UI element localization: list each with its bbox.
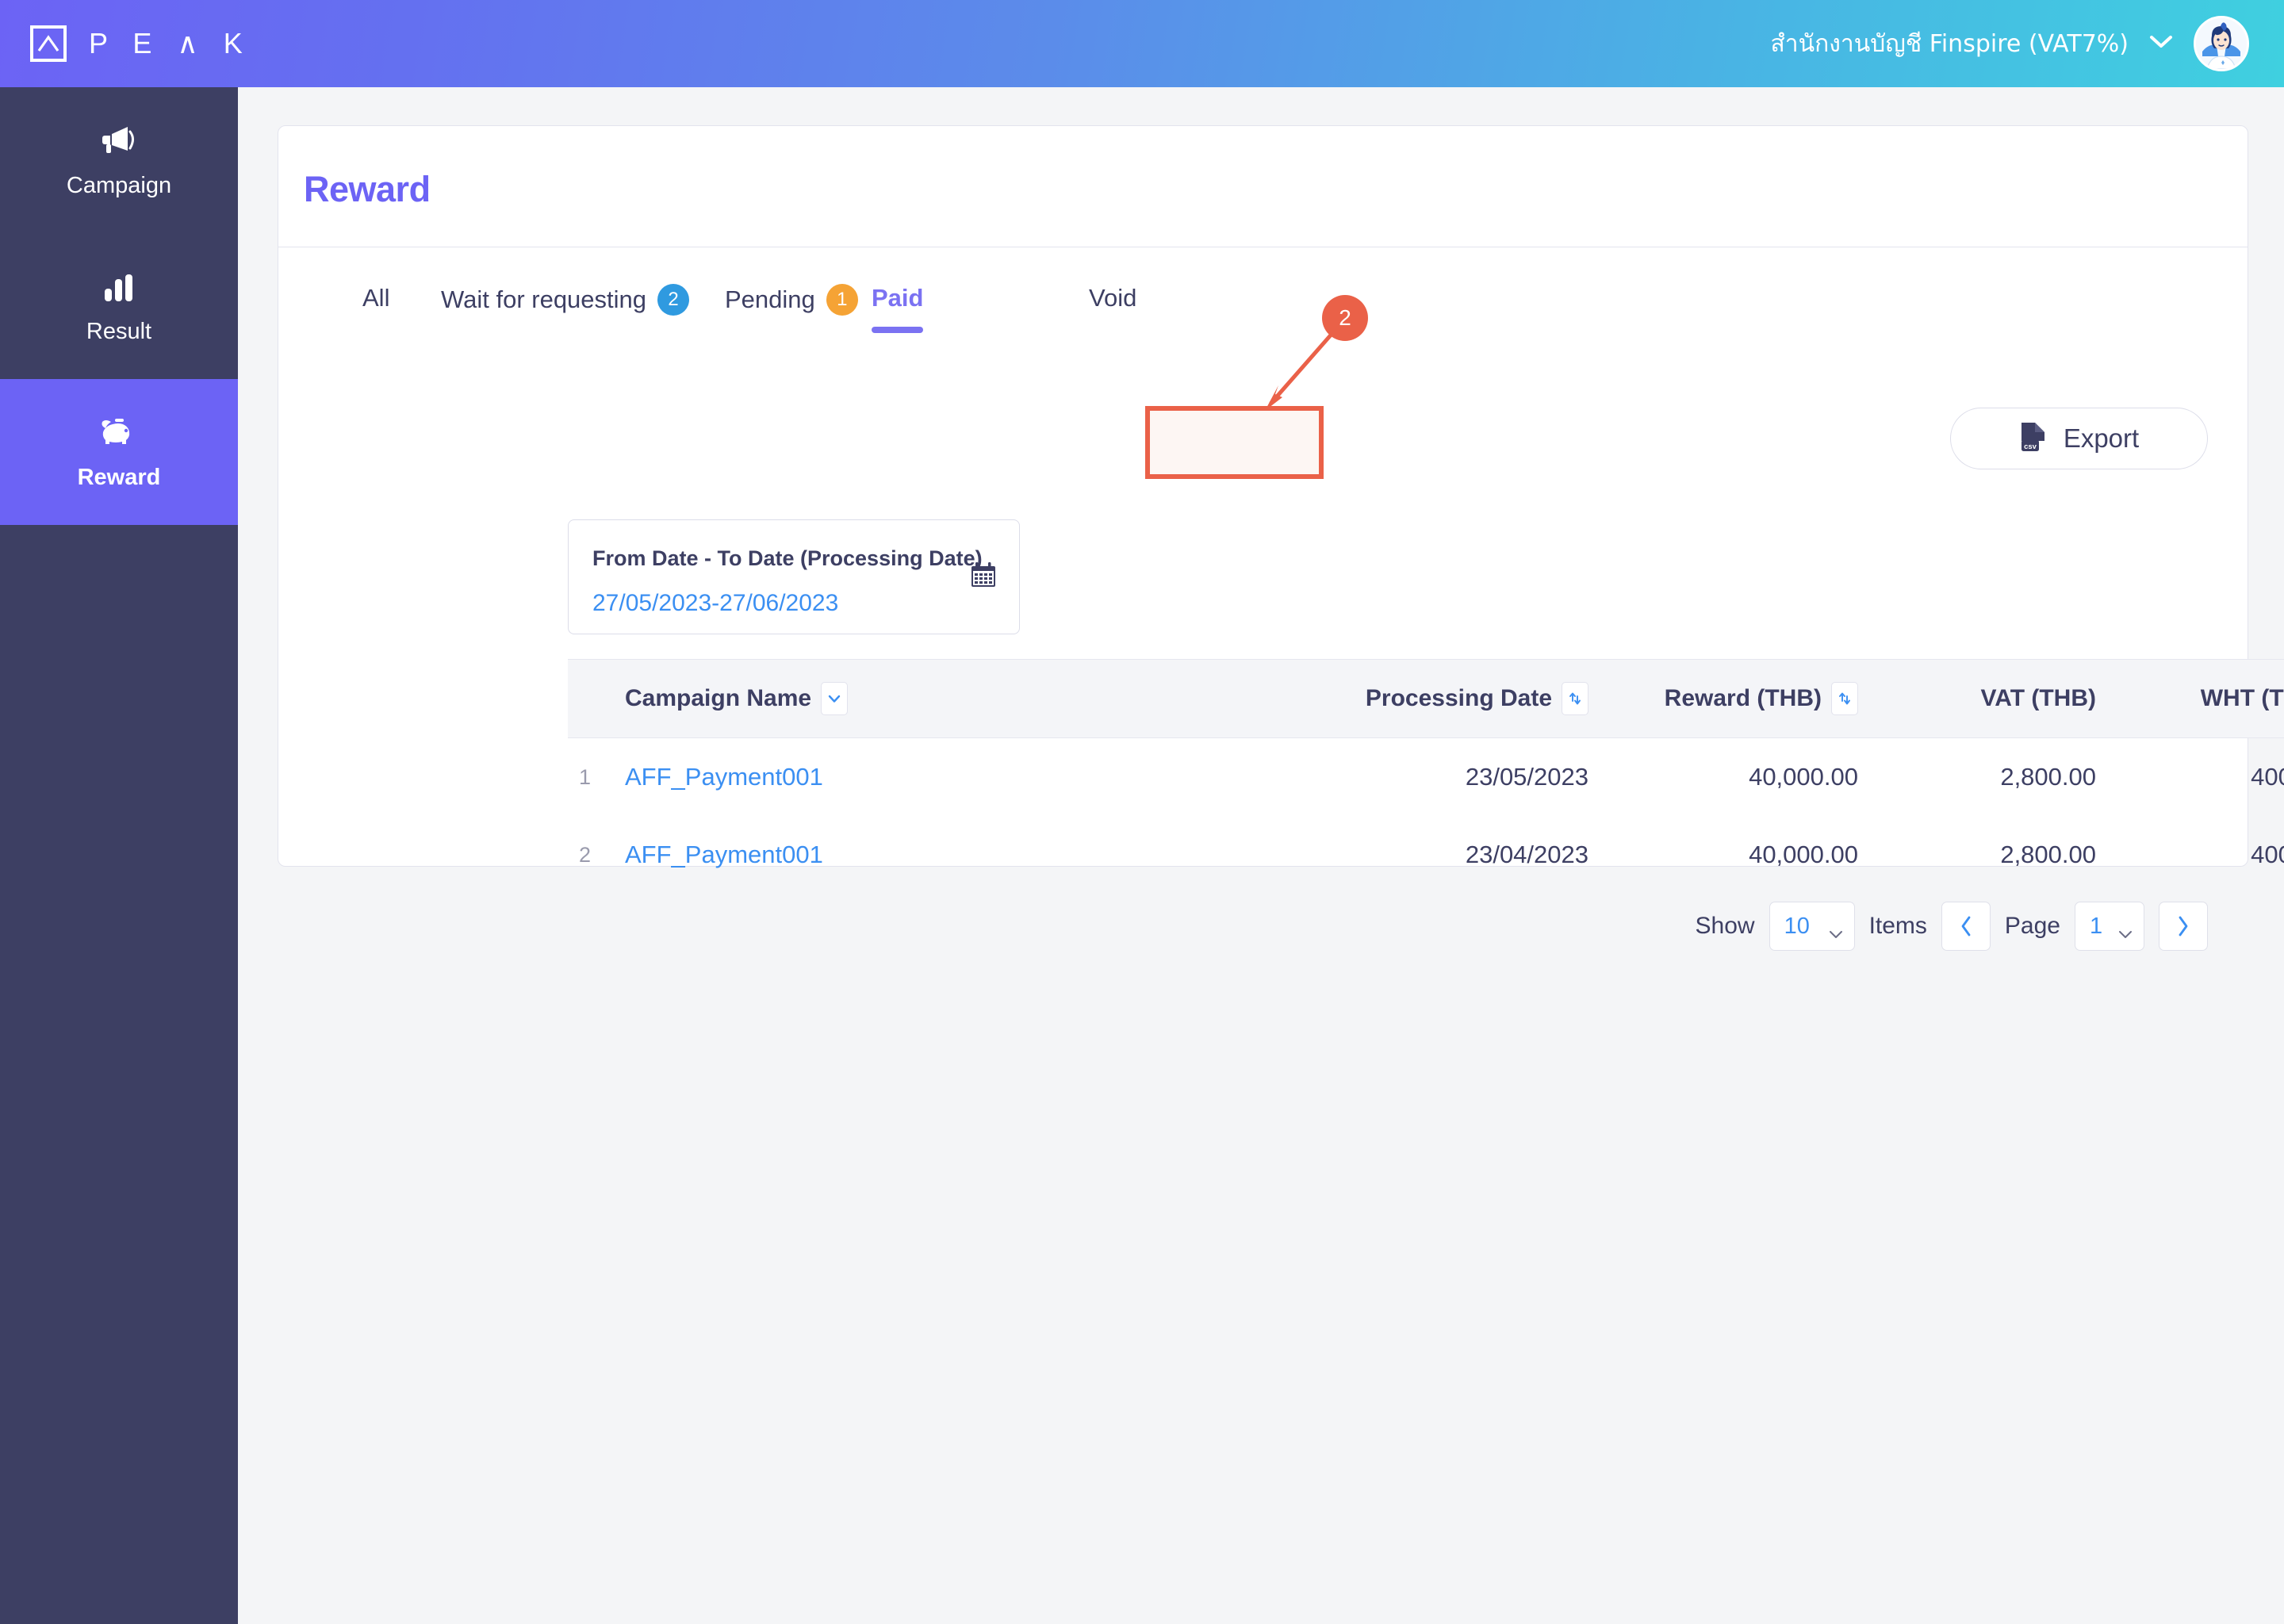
top-header-bar: P E ∧ K สำนักงานบัญชี Finspire (VAT7%) [0, 0, 2284, 87]
megaphone-icon [102, 122, 136, 155]
pagination: Show 10 Items Page 1 [1696, 902, 2208, 951]
th-label: VAT (THB) [1980, 685, 2096, 711]
export-button[interactable]: csv Export [1950, 408, 2208, 469]
row-campaign-name: AFF_Payment001 [625, 763, 1315, 791]
prev-page-button[interactable] [1941, 902, 1991, 951]
sidebar-item-result[interactable]: Result [0, 233, 238, 379]
th-label: Campaign Name [625, 685, 812, 711]
campaign-name-link[interactable]: AFF_Payment001 [625, 763, 823, 791]
page-size-value: 10 [1784, 913, 1810, 939]
th-processing-date: Processing Date [1315, 682, 1588, 715]
sidebar-item-label: Campaign [66, 172, 172, 198]
row-vat: 2,800.00 [2000, 841, 2096, 868]
items-label: Items [1868, 913, 1927, 939]
bar-chart-icon [103, 268, 135, 301]
campaign-name-link[interactable]: AFF_Payment001 [625, 841, 823, 868]
avatar[interactable] [2194, 16, 2249, 71]
th-reward: Reward (THB) [1588, 682, 1858, 715]
annotation-step-badge: 2 [1322, 295, 1368, 341]
date-range-filter[interactable]: From Date - To Date (Processing Date) 27… [568, 519, 1020, 634]
table-row: 1 AFF_Payment001 23/05/2023 40,000.00 2,… [568, 738, 2284, 816]
sort-updown-icon[interactable] [1562, 682, 1588, 715]
tab-count-badge: 1 [826, 284, 858, 316]
chevron-down-icon [2117, 919, 2133, 946]
row-reward: 40,000.00 [1749, 841, 1858, 868]
sidebar-item-label: Reward [77, 464, 161, 490]
peak-logo-icon [30, 25, 67, 62]
calendar-icon[interactable] [970, 561, 997, 592]
th-campaign-name: Campaign Name [625, 682, 1315, 715]
page-number-value: 1 [2090, 913, 2103, 939]
brand-wordmark: P E ∧ K [89, 27, 251, 59]
page-number-select[interactable]: 1 [2075, 902, 2144, 951]
show-label: Show [1695, 913, 1755, 939]
row-index: 1 [579, 764, 592, 789]
row-reward: 40,000.00 [1749, 763, 1858, 791]
th-label: Processing Date [1365, 685, 1552, 711]
row-vat: 2,800.00 [2000, 763, 2096, 791]
account-menu[interactable]: สำนักงานบัญชี Finspire (VAT7%) [1770, 16, 2249, 71]
date-range-label: From Date - To Date (Processing Date) [592, 546, 983, 570]
csv-file-icon: csv [2019, 421, 2046, 457]
row-wht: 400.00 [2251, 763, 2284, 791]
piggy-bank-icon [100, 414, 138, 447]
reward-card: Reward All Wait for requesting 2 Pending… [278, 125, 2284, 951]
table-header-row: Campaign Name Processing Date Reward (TH… [568, 659, 2284, 738]
date-range-value: 27/05/2023-27/06/2023 [592, 590, 839, 616]
page-title: Reward [304, 169, 431, 209]
tab-label: Wait for requesting [441, 285, 647, 313]
export-label: Export [2063, 423, 2140, 453]
th-wht: WHT (THB) [2096, 685, 2284, 712]
tab-label: Void [1089, 284, 1137, 312]
th-label: Reward (THB) [1664, 685, 1822, 711]
row-processing-date: 23/05/2023 [1465, 763, 1588, 791]
tab-all[interactable]: All [362, 284, 389, 312]
sidebar-item-label: Result [86, 318, 152, 344]
row-campaign-name: AFF_Payment001 [625, 841, 1315, 869]
tab-paid[interactable]: Paid [872, 284, 924, 333]
chevron-left-icon [1961, 916, 1971, 936]
reward-table: Campaign Name Processing Date Reward (TH… [568, 659, 2284, 894]
page-size-select[interactable]: 10 [1769, 902, 1855, 951]
tab-count-badge: 2 [657, 284, 690, 316]
chevron-down-icon[interactable] [821, 682, 849, 715]
tab-void[interactable]: Void [1089, 284, 1136, 312]
row-processing-date: 23/04/2023 [1465, 841, 1588, 868]
sidebar-item-campaign[interactable]: Campaign [0, 87, 238, 233]
chevron-down-icon [1828, 919, 1844, 946]
tab-label: Paid [872, 284, 924, 312]
tab-wait-for-requesting[interactable]: Wait for requesting 2 [441, 284, 690, 316]
sidebar-nav: Campaign Result Reward [0, 87, 238, 1624]
svg-text:csv: csv [2024, 442, 2037, 451]
tab-label: All [362, 284, 390, 312]
tab-active-underline [872, 327, 924, 333]
table-row: 2 AFF_Payment001 23/04/2023 40,000.00 2,… [568, 816, 2284, 894]
row-index: 2 [579, 842, 592, 867]
tab-pending[interactable]: Pending 1 [725, 284, 858, 316]
chevron-right-icon [2179, 916, 2188, 936]
chevron-down-icon[interactable] [2149, 35, 2173, 53]
sidebar-item-reward[interactable]: Reward [0, 379, 238, 525]
tab-label: Pending [725, 285, 815, 313]
sort-updown-icon[interactable] [1831, 682, 1858, 715]
page-label: Page [2004, 913, 2060, 939]
row-wht: 400.00 [2251, 841, 2284, 868]
brand-logo[interactable]: P E ∧ K [30, 25, 251, 62]
next-page-button[interactable] [2159, 902, 2208, 951]
th-label: WHT (THB) [2200, 685, 2284, 711]
account-name: สำนักงานบัญชี Finspire (VAT7%) [1770, 29, 2129, 58]
th-vat: VAT (THB) [1858, 685, 2096, 712]
